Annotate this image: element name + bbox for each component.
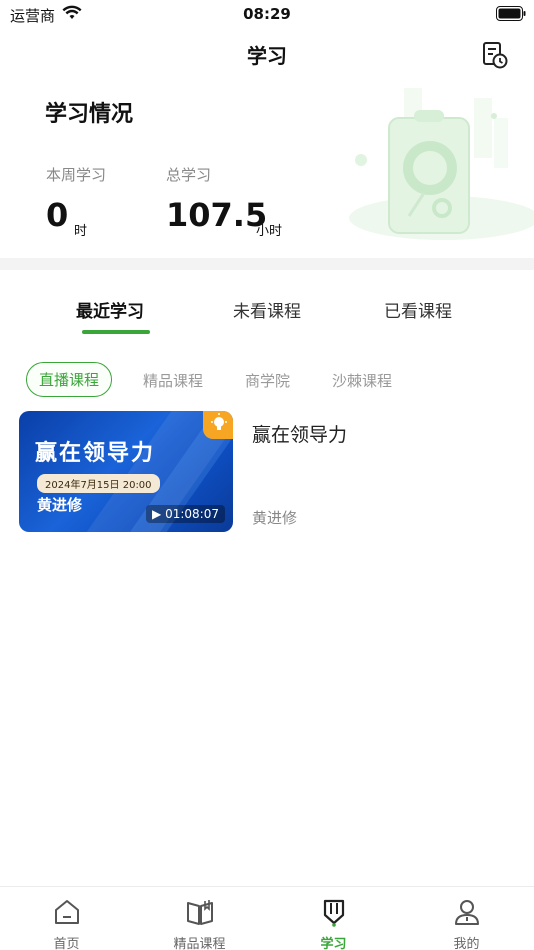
video-duration: ▶ 01:08:07	[146, 505, 225, 523]
course-teacher: 黄进修	[252, 509, 298, 527]
subtab-shaji-courses[interactable]: 沙棘课程	[332, 370, 392, 391]
total-study-label: 总学习	[166, 166, 212, 184]
subtab-business-school[interactable]: 商学院	[245, 370, 290, 391]
subtab-premium-courses[interactable]: 精品课程	[143, 370, 203, 391]
tabbar-item-profile[interactable]: 我的	[400, 887, 533, 950]
page-title: 学习	[247, 44, 287, 68]
thumbnail-title: 赢在领导力	[35, 441, 156, 466]
week-study-unit: 时	[74, 224, 88, 239]
course-title[interactable]: 赢在领导力	[252, 420, 347, 447]
profile-icon	[455, 900, 479, 925]
thumbnail-date: 2024年7月15日 20:00	[37, 474, 160, 493]
thumbnail-speaker: 黄进修	[37, 496, 83, 514]
tabbar-label: 首页	[53, 937, 80, 950]
summary-title: 学习情况	[45, 102, 134, 127]
status-time: 08:29	[243, 5, 291, 23]
lightbulb-badge	[203, 411, 233, 439]
study-icon	[323, 899, 345, 927]
home-icon	[55, 900, 79, 924]
status-bar: 运营商 08:29	[0, 0, 534, 30]
tab-watched-courses[interactable]: 已看课程	[384, 297, 452, 322]
subtab-live-courses[interactable]: 直播课程	[26, 362, 113, 397]
tabbar-item-study[interactable]: 学习	[267, 887, 400, 950]
battery-icon	[496, 6, 526, 21]
course-thumbnail[interactable]: 赢在领导力 2024年7月15日 20:00 黄进修 ▶ 01:08:07	[19, 411, 233, 532]
study-illustration	[349, 88, 534, 240]
book-icon	[187, 900, 213, 925]
week-study-label: 本周学习	[46, 166, 107, 184]
total-study-unit: 小时	[256, 224, 283, 239]
active-tab-indicator	[82, 330, 150, 334]
duration-text: 01:08:07	[165, 507, 219, 521]
section-divider	[0, 258, 534, 270]
history-icon[interactable]	[480, 40, 510, 70]
tabbar-label: 学习	[320, 937, 347, 950]
bottom-tab-bar: 首页 精品课程 学习 我的	[0, 886, 534, 950]
tabbar-item-premium[interactable]: 精品课程	[133, 887, 266, 950]
tab-recent-study[interactable]: 最近学习	[76, 297, 144, 322]
tabbar-item-home[interactable]: 首页	[0, 887, 133, 950]
tabbar-label: 我的	[453, 937, 480, 950]
play-icon: ▶	[152, 507, 166, 521]
lightbulb-icon	[211, 413, 227, 430]
total-study-value: 107.5	[166, 196, 268, 234]
tab-unwatched-courses[interactable]: 未看课程	[233, 297, 301, 322]
week-study-value: 0	[46, 196, 69, 234]
tabbar-label: 精品课程	[173, 937, 226, 950]
